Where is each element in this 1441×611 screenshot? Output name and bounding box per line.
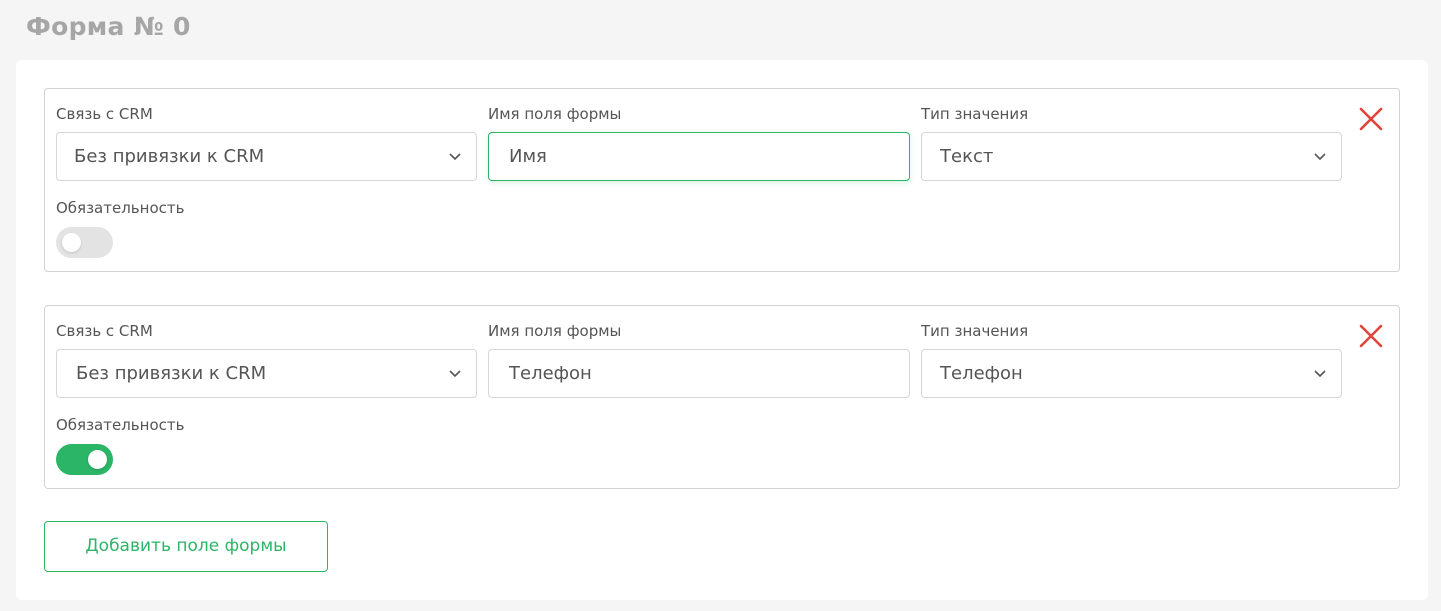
chevron-down-icon: [1314, 153, 1326, 161]
field-name-input-value: Телефон: [509, 363, 592, 384]
field-name-input[interactable]: Имя: [488, 132, 910, 181]
crm-link-select-value: Без привязки к CRM: [76, 363, 267, 384]
value-type-select-value: Текст: [940, 146, 994, 167]
field-name-input[interactable]: Телефон: [488, 349, 910, 398]
toggle-knob: [62, 233, 81, 252]
value-type-select-value: Телефон: [940, 363, 1023, 384]
required-toggle[interactable]: [56, 227, 113, 258]
chevron-down-icon: [1314, 370, 1326, 378]
required-toggle[interactable]: [56, 444, 113, 475]
crm-link-label: Связь с CRM: [56, 322, 153, 340]
crm-link-select[interactable]: Без привязки к CRM: [56, 349, 477, 398]
field-name-input-value: Имя: [509, 146, 547, 167]
field-name-label: Имя поля формы: [488, 322, 622, 340]
crm-link-select-value: Без привязки к CRM: [74, 146, 265, 167]
crm-link-select[interactable]: Без привязки к CRM: [56, 132, 477, 181]
form-field-card: Связь с CRM Имя поля формы Тип значения …: [44, 305, 1400, 489]
crm-link-label: Связь с CRM: [56, 105, 153, 123]
page-title: Форма № 0: [26, 12, 191, 41]
close-icon[interactable]: [1357, 105, 1385, 133]
required-label: Обязательность: [56, 199, 185, 217]
required-label: Обязательность: [56, 416, 185, 434]
value-type-label: Тип значения: [921, 322, 1029, 340]
chevron-down-icon: [449, 370, 461, 378]
value-type-select[interactable]: Телефон: [921, 349, 1342, 398]
add-form-field-button[interactable]: Добавить поле формы: [44, 521, 328, 572]
value-type-label: Тип значения: [921, 105, 1029, 123]
value-type-select[interactable]: Текст: [921, 132, 1342, 181]
close-icon[interactable]: [1357, 322, 1385, 350]
field-name-label: Имя поля формы: [488, 105, 622, 123]
toggle-knob: [88, 450, 107, 469]
chevron-down-icon: [449, 153, 461, 161]
form-panel: Связь с CRM Имя поля формы Тип значения …: [16, 60, 1428, 600]
form-field-card: Связь с CRM Имя поля формы Тип значения …: [44, 88, 1400, 272]
